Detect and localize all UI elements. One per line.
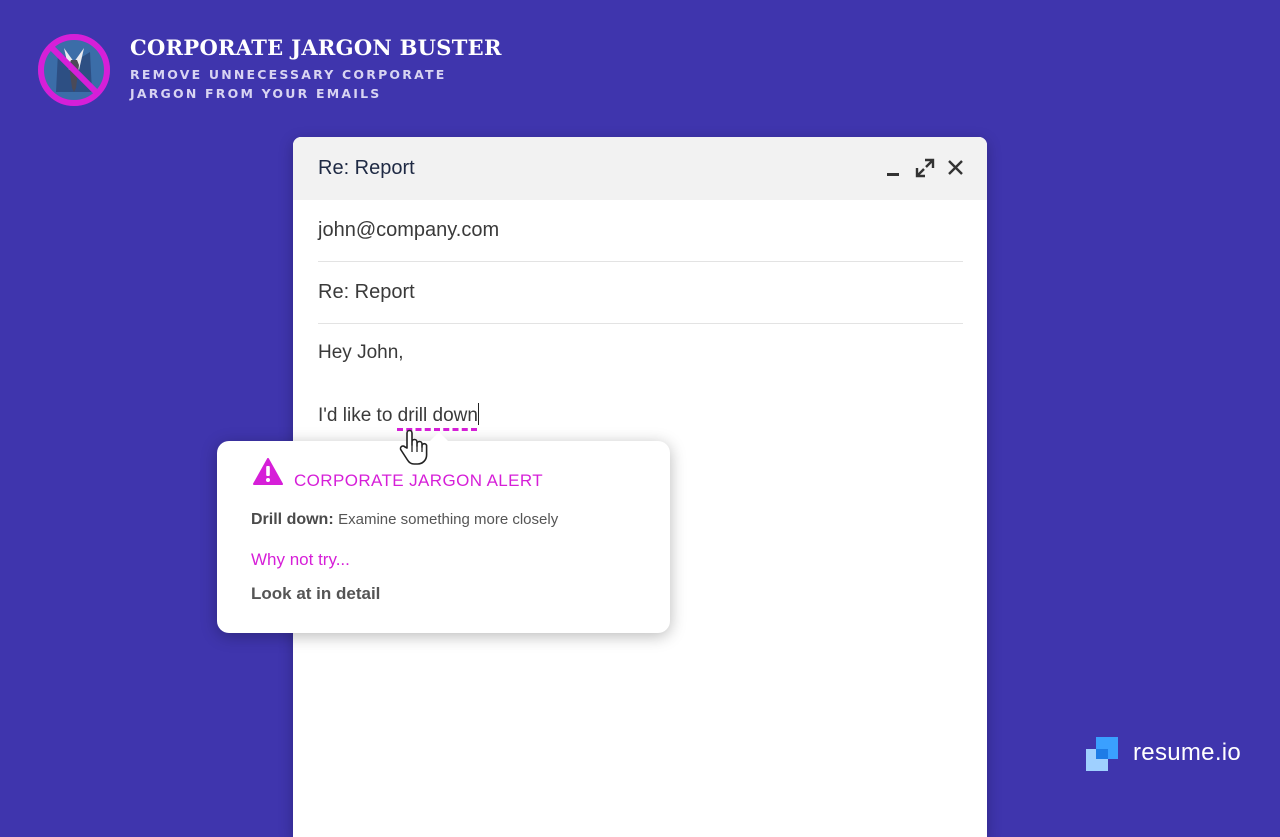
popup-pointer [429,432,449,442]
jargon-highlight[interactable]: drill down [398,405,478,426]
subject-field[interactable]: Re: Report [318,262,963,324]
resume-brand-name: resume.io [1133,739,1242,766]
definition-term: Drill down: [251,511,334,528]
definition-text: Examine something more closely [338,511,559,528]
text-caret [477,403,479,425]
app-title: CORPORATE JARGON BUSTER [130,35,502,60]
close-icon[interactable] [945,157,967,179]
alert-title: CORPORATE JARGON ALERT [294,471,544,490]
why-not-try-label: Why not try... [251,550,350,569]
warning-icon [253,458,283,485]
app-subtitle: REMOVE UNNECESSARY CORPORATE JARGON FROM… [130,67,447,101]
minimize-icon[interactable] [884,157,906,179]
definition-line: Drill down: Examine something more close… [251,511,558,529]
to-field[interactable]: john@company.com [318,200,963,262]
email-greeting[interactable]: Hey John, [318,342,404,364]
suggestion-option[interactable]: Look at in detail [251,584,380,604]
email-sentence[interactable]: I'd like to drill down [318,403,479,427]
compose-title: Re: Report [318,157,415,179]
hand-cursor-icon [399,429,428,465]
sentence-prefix: I'd like to [318,405,398,426]
brand-header: CORPORATE JARGON BUSTER REMOVE UNNECESSA… [36,32,536,112]
resume-logo-icon [1086,737,1118,771]
no-necktie-icon [38,34,110,106]
jargon-alert-popup: CORPORATE JARGON ALERT Drill down: Exami… [217,432,670,633]
compose-header: Re: Report [293,137,987,200]
resume-io-logo: resume.io [1086,737,1256,773]
expand-icon[interactable] [914,157,936,179]
